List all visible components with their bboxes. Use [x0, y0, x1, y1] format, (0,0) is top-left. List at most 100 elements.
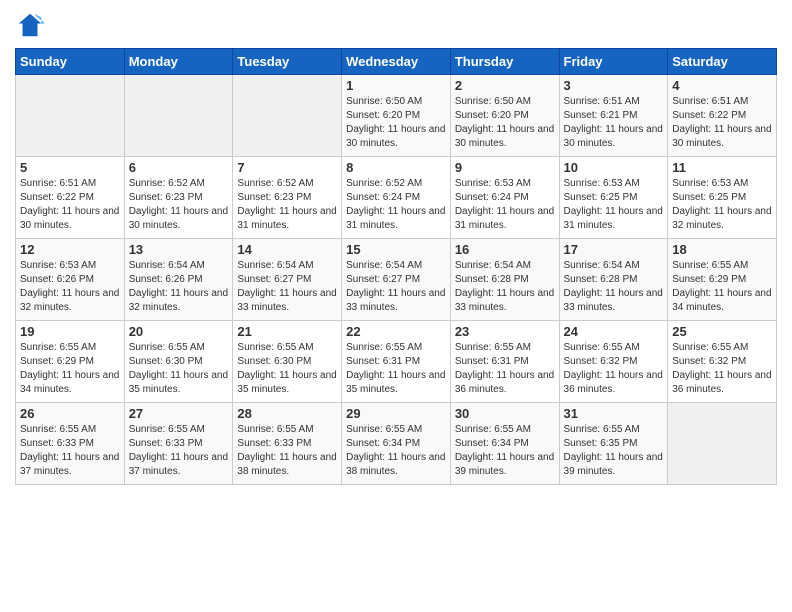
- calendar-cell: 17Sunrise: 6:54 AM Sunset: 6:28 PM Dayli…: [559, 239, 668, 321]
- calendar-cell: 18 Sunrise: 6:55 AM Sunset: 6:29 PM Dayli…: [668, 239, 777, 321]
- calendar-week-row: 5 Sunrise: 6:51 AM Sunset: 6:22 PM Daylig…: [16, 157, 777, 239]
- day-number: 30: [455, 406, 555, 421]
- day-info: Sunrise: 6:52 AM Sunset: 6:24 PM Dayligh…: [346, 177, 446, 233]
- calendar-cell: 16 Sunrise: 6:54 AM Sunset: 6:28 PM Dayli…: [450, 239, 559, 321]
- day-header: Monday: [124, 49, 233, 75]
- day-info: Sunrise: 6:55 AM Sunset: 6:31 PM Dayligh…: [455, 341, 555, 397]
- day-info: Sunrise: 6:51 AM Sunset: 6:21 PM Dayligh…: [564, 95, 664, 151]
- day-number: 2: [455, 78, 555, 93]
- day-info: Sunrise: 6:52 AM Sunset: 6:23 PM Dayligh…: [129, 177, 229, 233]
- page: SundayMondayTuesdayWednesdayThursdayFrid…: [0, 0, 792, 612]
- calendar-cell: 9 Sunrise: 6:53 AM Sunset: 6:24 PM Daylig…: [450, 157, 559, 239]
- day-info: Sunrise: 6:54 AM Sunset: 6:27 PM Dayligh…: [346, 259, 446, 315]
- day-number: 20: [129, 324, 229, 339]
- day-header: Tuesday: [233, 49, 342, 75]
- day-info: Sunrise: 6:55 AM Sunset: 6:33 PM Dayligh…: [20, 423, 120, 479]
- header: [15, 10, 777, 40]
- calendar-cell: 7Sunrise: 6:52 AM Sunset: 6:23 PM Daylig…: [233, 157, 342, 239]
- day-number: 9: [455, 160, 555, 175]
- calendar-cell: 19 Sunrise: 6:55 AM Sunset: 6:29 PM Dayli…: [16, 321, 125, 403]
- day-info: Sunrise: 6:55 AM Sunset: 6:30 PM Dayligh…: [237, 341, 337, 397]
- day-number: 10: [564, 160, 664, 175]
- day-number: 26: [20, 406, 120, 421]
- calendar-cell: 23 Sunrise: 6:55 AM Sunset: 6:31 PM Dayli…: [450, 321, 559, 403]
- day-number: 27: [129, 406, 229, 421]
- day-info: Sunrise: 6:55 AM Sunset: 6:34 PM Dayligh…: [346, 423, 446, 479]
- day-info: Sunrise: 6:50 AM Sunset: 6:20 PM Dayligh…: [455, 95, 555, 151]
- calendar-cell: 31 Sunrise: 6:55 AM Sunset: 6:35 PM Dayli…: [559, 403, 668, 485]
- day-info: Sunrise: 6:53 AM Sunset: 6:25 PM Dayligh…: [672, 177, 772, 233]
- day-info: Sunrise: 6:51 AM Sunset: 6:22 PM Dayligh…: [20, 177, 120, 233]
- day-number: 13: [129, 242, 229, 257]
- day-number: 12: [20, 242, 120, 257]
- day-info: Sunrise: 6:55 AM Sunset: 6:33 PM Dayligh…: [237, 423, 337, 479]
- calendar-cell: 22 Sunrise: 6:55 AM Sunset: 6:31 PM Dayli…: [342, 321, 451, 403]
- day-info: Sunrise: 6:51 AM Sunset: 6:22 PM Dayligh…: [672, 95, 772, 151]
- day-number: 11: [672, 160, 772, 175]
- day-info: Sunrise: 6:55 AM Sunset: 6:31 PM Dayligh…: [346, 341, 446, 397]
- calendar-cell: 5 Sunrise: 6:51 AM Sunset: 6:22 PM Daylig…: [16, 157, 125, 239]
- calendar-cell: 25Sunrise: 6:55 AM Sunset: 6:32 PM Dayli…: [668, 321, 777, 403]
- calendar-cell: 14 Sunrise: 6:54 AM Sunset: 6:27 PM Dayli…: [233, 239, 342, 321]
- day-number: 31: [564, 406, 664, 421]
- day-info: Sunrise: 6:54 AM Sunset: 6:26 PM Dayligh…: [129, 259, 229, 315]
- calendar-cell: 2 Sunrise: 6:50 AM Sunset: 6:20 PM Daylig…: [450, 75, 559, 157]
- calendar-cell: 10 Sunrise: 6:53 AM Sunset: 6:25 PM Dayli…: [559, 157, 668, 239]
- calendar-cell: 12 Sunrise: 6:53 AM Sunset: 6:26 PM Dayli…: [16, 239, 125, 321]
- calendar: SundayMondayTuesdayWednesdayThursdayFrid…: [15, 48, 777, 485]
- day-info: Sunrise: 6:55 AM Sunset: 6:29 PM Dayligh…: [20, 341, 120, 397]
- calendar-cell: 6Sunrise: 6:52 AM Sunset: 6:23 PM Daylig…: [124, 157, 233, 239]
- day-info: Sunrise: 6:54 AM Sunset: 6:28 PM Dayligh…: [564, 259, 664, 315]
- day-number: 18: [672, 242, 772, 257]
- day-info: Sunrise: 6:55 AM Sunset: 6:33 PM Dayligh…: [129, 423, 229, 479]
- calendar-cell: [16, 75, 125, 157]
- day-info: Sunrise: 6:55 AM Sunset: 6:34 PM Dayligh…: [455, 423, 555, 479]
- day-header: Thursday: [450, 49, 559, 75]
- calendar-header-row: SundayMondayTuesdayWednesdayThursdayFrid…: [16, 49, 777, 75]
- day-number: 5: [20, 160, 120, 175]
- calendar-week-row: 12 Sunrise: 6:53 AM Sunset: 6:26 PM Dayli…: [16, 239, 777, 321]
- day-info: Sunrise: 6:55 AM Sunset: 6:32 PM Dayligh…: [564, 341, 664, 397]
- day-number: 28: [237, 406, 337, 421]
- calendar-cell: 13 Sunrise: 6:54 AM Sunset: 6:26 PM Dayli…: [124, 239, 233, 321]
- day-number: 19: [20, 324, 120, 339]
- calendar-cell: 11 Sunrise: 6:53 AM Sunset: 6:25 PM Dayli…: [668, 157, 777, 239]
- day-info: Sunrise: 6:54 AM Sunset: 6:27 PM Dayligh…: [237, 259, 337, 315]
- day-info: Sunrise: 6:50 AM Sunset: 6:20 PM Dayligh…: [346, 95, 446, 151]
- calendar-cell: 24Sunrise: 6:55 AM Sunset: 6:32 PM Dayli…: [559, 321, 668, 403]
- calendar-cell: 29Sunrise: 6:55 AM Sunset: 6:34 PM Dayli…: [342, 403, 451, 485]
- day-header: Wednesday: [342, 49, 451, 75]
- day-info: Sunrise: 6:52 AM Sunset: 6:23 PM Dayligh…: [237, 177, 337, 233]
- day-info: Sunrise: 6:55 AM Sunset: 6:32 PM Dayligh…: [672, 341, 772, 397]
- calendar-cell: [668, 403, 777, 485]
- day-header: Friday: [559, 49, 668, 75]
- day-number: 4: [672, 78, 772, 93]
- calendar-cell: 3Sunrise: 6:51 AM Sunset: 6:21 PM Daylig…: [559, 75, 668, 157]
- day-number: 1: [346, 78, 446, 93]
- day-info: Sunrise: 6:53 AM Sunset: 6:24 PM Dayligh…: [455, 177, 555, 233]
- logo-icon: [15, 10, 45, 40]
- day-number: 16: [455, 242, 555, 257]
- calendar-cell: 20 Sunrise: 6:55 AM Sunset: 6:30 PM Dayli…: [124, 321, 233, 403]
- calendar-week-row: 1 Sunrise: 6:50 AM Sunset: 6:20 PM Daylig…: [16, 75, 777, 157]
- day-number: 22: [346, 324, 446, 339]
- day-number: 21: [237, 324, 337, 339]
- calendar-cell: 4 Sunrise: 6:51 AM Sunset: 6:22 PM Daylig…: [668, 75, 777, 157]
- day-info: Sunrise: 6:55 AM Sunset: 6:30 PM Dayligh…: [129, 341, 229, 397]
- calendar-cell: 21 Sunrise: 6:55 AM Sunset: 6:30 PM Dayli…: [233, 321, 342, 403]
- day-info: Sunrise: 6:54 AM Sunset: 6:28 PM Dayligh…: [455, 259, 555, 315]
- day-number: 8: [346, 160, 446, 175]
- day-info: Sunrise: 6:55 AM Sunset: 6:29 PM Dayligh…: [672, 259, 772, 315]
- calendar-cell: 26 Sunrise: 6:55 AM Sunset: 6:33 PM Dayli…: [16, 403, 125, 485]
- calendar-cell: [124, 75, 233, 157]
- calendar-week-row: 26 Sunrise: 6:55 AM Sunset: 6:33 PM Dayli…: [16, 403, 777, 485]
- day-number: 23: [455, 324, 555, 339]
- day-number: 15: [346, 242, 446, 257]
- day-number: 14: [237, 242, 337, 257]
- day-info: Sunrise: 6:53 AM Sunset: 6:25 PM Dayligh…: [564, 177, 664, 233]
- calendar-cell: 30 Sunrise: 6:55 AM Sunset: 6:34 PM Dayli…: [450, 403, 559, 485]
- calendar-cell: 8 Sunrise: 6:52 AM Sunset: 6:24 PM Daylig…: [342, 157, 451, 239]
- logo: [15, 10, 49, 40]
- day-info: Sunrise: 6:55 AM Sunset: 6:35 PM Dayligh…: [564, 423, 664, 479]
- day-info: Sunrise: 6:53 AM Sunset: 6:26 PM Dayligh…: [20, 259, 120, 315]
